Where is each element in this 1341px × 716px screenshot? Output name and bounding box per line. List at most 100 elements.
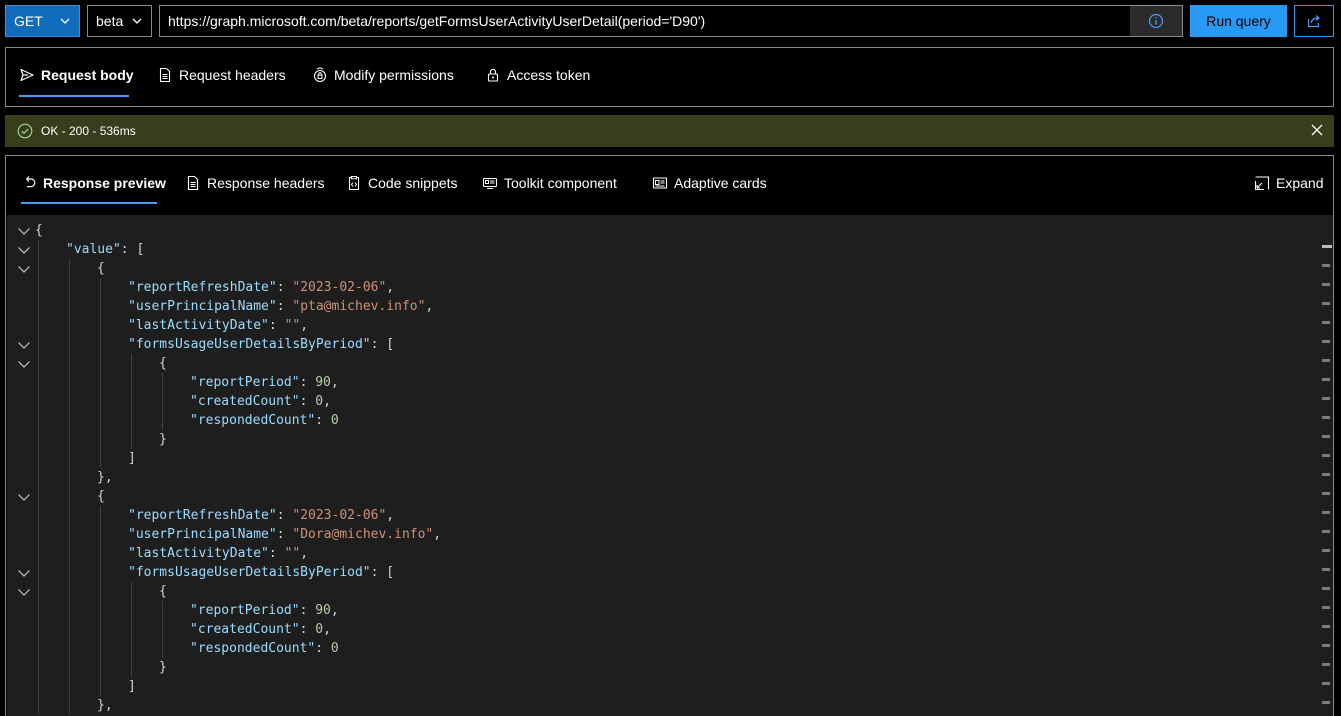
code-token: , (433, 527, 442, 542)
overview-ruler-mark (1322, 283, 1330, 286)
tab-modify-permissions[interactable]: Modify permissions (312, 65, 454, 85)
shield-lock-icon (313, 67, 327, 83)
lock-icon (487, 68, 499, 82)
code-text: "userPrincipalName": "pta@michev.info", (128, 297, 433, 316)
http-method-dropdown[interactable]: GET (5, 5, 80, 37)
tab-request-body[interactable]: Request body (19, 65, 134, 85)
overview-ruler-mark (1322, 264, 1330, 267)
fold-chevron-icon[interactable] (17, 566, 31, 580)
code-token: : (276, 299, 293, 314)
document-icon (187, 175, 199, 191)
overview-ruler-mark (1322, 321, 1330, 324)
tab-label: Toolkit component (504, 175, 617, 191)
code-line: }, (7, 468, 1307, 487)
code-text: { (159, 582, 167, 601)
request-panel: Request body Request headers Modify perm… (5, 47, 1334, 107)
info-button[interactable] (1130, 6, 1182, 36)
code-line: "lastActivityDate": "", (7, 316, 1307, 335)
indent-guide (131, 582, 132, 677)
tab-label: Adaptive cards (674, 175, 767, 191)
indent-guide (162, 373, 163, 430)
indent-guide (162, 601, 163, 658)
code-line: } (7, 430, 1307, 449)
close-icon[interactable] (1310, 123, 1324, 137)
tab-label: Access token (507, 67, 591, 83)
tab-adaptive-cards[interactable]: Adaptive cards (652, 173, 767, 193)
code-text: ] (128, 449, 136, 468)
overview-ruler-mark (1322, 644, 1330, 647)
overview-ruler-mark (1322, 663, 1330, 666)
tab-label: Code snippets (368, 175, 458, 191)
code-token: , (300, 318, 309, 333)
code-line: "formsUsageUserDetailsByPeriod": [ (7, 335, 1307, 354)
code-token: : (276, 527, 293, 542)
code-token: 0 (330, 413, 339, 428)
tab-toolkit-component[interactable]: Toolkit component (482, 173, 617, 193)
overview-ruler-mark (1322, 245, 1332, 248)
code-token: { (159, 584, 167, 599)
code-text: "reportPeriod": 90, (190, 601, 339, 620)
url-input[interactable] (160, 5, 1130, 37)
code-token: "2023-02-06" (292, 508, 387, 523)
code-text: "formsUsageUserDetailsByPeriod": [ (128, 563, 394, 582)
tab-label: Request body (41, 67, 134, 83)
fold-chevron-icon[interactable] (17, 357, 31, 371)
tab-code-snippets[interactable]: Code snippets (346, 173, 458, 193)
code-token: "respondedCount" (190, 413, 316, 428)
code-line: { (7, 259, 1307, 278)
tab-request-headers[interactable]: Request headers (157, 65, 286, 85)
run-query-button[interactable]: Run query (1190, 5, 1287, 37)
overview-ruler-mark (1322, 682, 1330, 685)
code-token: : [ (370, 337, 395, 352)
indent-guide (38, 240, 39, 715)
tab-response-headers[interactable]: Response headers (185, 173, 325, 193)
status-text: OK - 200 - 536ms (41, 124, 136, 138)
share-icon (1307, 15, 1320, 28)
run-query-label: Run query (1206, 13, 1271, 29)
code-line: { (7, 354, 1307, 373)
code-token: "lastActivityDate" (128, 546, 269, 561)
document-icon (159, 67, 171, 83)
tab-response-preview[interactable]: Response preview (21, 173, 166, 193)
code-text: "lastActivityDate": "", (128, 316, 308, 335)
url-field[interactable] (159, 5, 1183, 37)
json-editor[interactable]: {"value": [{"reportRefreshDate": "2023-0… (7, 215, 1333, 716)
tab-label: Response preview (43, 175, 166, 191)
code-line: "reportRefreshDate": "2023-02-06", (7, 278, 1307, 297)
expand-button[interactable]: Expand (1254, 173, 1323, 193)
fold-chevron-icon[interactable] (17, 224, 31, 238)
overview-ruler-mark (1322, 416, 1330, 419)
indent-guide (69, 259, 70, 715)
overview-ruler-mark (1322, 397, 1330, 400)
status-bar: OK - 200 - 536ms (5, 115, 1334, 147)
code-line: { (7, 221, 1307, 240)
fold-chevron-icon[interactable] (17, 585, 31, 599)
fold-chevron-icon[interactable] (17, 490, 31, 504)
fold-chevron-icon[interactable] (17, 338, 31, 352)
code-token: 0 (315, 622, 324, 637)
code-token: "2023-02-06" (292, 280, 387, 295)
version-dropdown[interactable]: beta (87, 5, 152, 37)
code-text: "reportRefreshDate": "2023-02-06", (128, 506, 394, 525)
code-text: }, (97, 468, 113, 487)
code-token: : (268, 546, 285, 561)
code-token: "reportPeriod" (190, 375, 300, 390)
fold-chevron-icon[interactable] (17, 262, 31, 276)
code-token: "formsUsageUserDetailsByPeriod" (128, 337, 371, 352)
overview-ruler-mark (1322, 359, 1330, 362)
code-line: "createdCount": 0, (7, 392, 1307, 411)
selected-tab-indicator (19, 95, 129, 97)
code-text: "createdCount": 0, (190, 620, 331, 639)
overview-ruler-mark (1322, 625, 1330, 628)
share-button[interactable] (1294, 5, 1334, 37)
code-line: { (7, 582, 1307, 601)
code-token: "value" (66, 242, 121, 257)
code-line: "userPrincipalName": "Dora@michev.info", (7, 525, 1307, 544)
code-token: : (276, 508, 293, 523)
tab-access-token[interactable]: Access token (485, 65, 590, 85)
indent-guide (100, 506, 101, 696)
fold-chevron-icon[interactable] (17, 243, 31, 257)
code-token: "createdCount" (190, 622, 300, 637)
code-token: : (268, 318, 285, 333)
code-token: { (35, 223, 43, 238)
